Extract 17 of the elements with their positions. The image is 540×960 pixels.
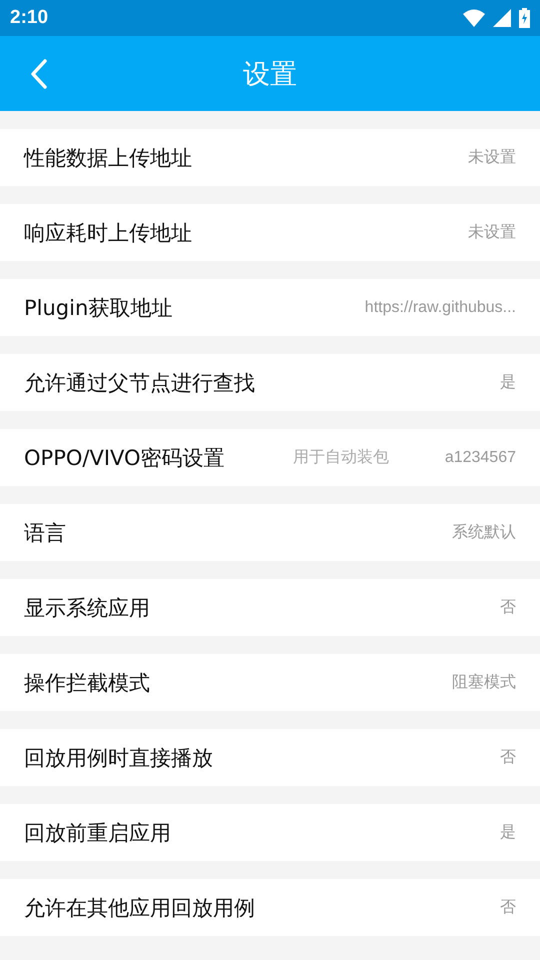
setting-row[interactable]: 显示系统应用 否 <box>0 579 540 636</box>
signal-icon <box>493 9 511 27</box>
setting-row[interactable]: 操作拦截模式 阻塞模式 <box>0 654 540 711</box>
setting-row[interactable]: 允许通过父节点进行查找 是 <box>0 354 540 411</box>
setting-row[interactable]: 允许在其他应用回放用例 否 <box>0 879 540 936</box>
setting-row[interactable]: 回放前重启应用 是 <box>0 804 540 861</box>
setting-row[interactable]: 性能数据上传地址 未设置 <box>0 129 540 186</box>
setting-row[interactable]: 语言 系统默认 <box>0 504 540 561</box>
clock: 2:10 <box>10 7 50 29</box>
setting-row[interactable]: Plugin获取地址 https://raw.githubus... <box>0 279 540 336</box>
battery-icon <box>519 8 530 28</box>
back-icon <box>30 58 48 88</box>
wifi-icon <box>463 9 485 27</box>
setting-row[interactable]: 响应耗时上传地址 未设置 <box>0 204 540 261</box>
setting-row[interactable]: OPPO/VIVO密码设置 用于自动装包 a1234567 <box>0 429 540 486</box>
setting-row[interactable]: 回放用例时直接播放 否 <box>0 729 540 786</box>
screen-title: 设置 <box>243 58 297 90</box>
